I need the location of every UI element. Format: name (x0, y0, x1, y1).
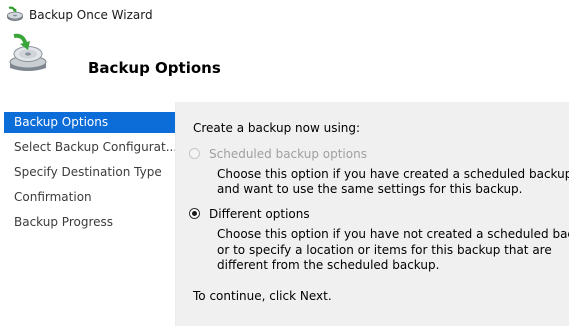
different-options-description-line: or to specify a location or items for th… (217, 243, 552, 257)
different-options-label[interactable]: Different options (209, 206, 310, 222)
wizard-header: Backup Options (0, 30, 569, 102)
sidebar-item-confirmation[interactable]: Confirmation (4, 187, 175, 208)
scheduled-backup-description-line: Choose this option if you have created a… (217, 167, 569, 181)
scheduled-backup-label: Scheduled backup options (209, 147, 367, 161)
wizard-steps-sidebar: Backup Options Select Backup Configurat.… (0, 102, 176, 326)
sidebar-item-backup-progress[interactable]: Backup Progress (4, 212, 175, 233)
window-title: Backup Once Wizard (29, 8, 153, 22)
scheduled-backup-radio (189, 148, 200, 159)
radio-selected-dot (192, 211, 197, 216)
sidebar-item-specify-destination-type[interactable]: Specify Destination Type (4, 162, 175, 183)
wizard-content: Create a backup now using: Scheduled bac… (176, 102, 569, 326)
backup-disk-icon (9, 33, 47, 71)
page-title: Backup Options (88, 59, 221, 77)
different-options-radio[interactable] (189, 208, 200, 219)
sidebar-item-select-backup-configuration[interactable]: Select Backup Configurat... (4, 137, 175, 158)
scheduled-backup-description-line: and want to use the same settings for th… (217, 182, 523, 196)
sidebar-item-backup-options[interactable]: Backup Options (4, 112, 175, 133)
different-options-description-line: different from the scheduled backup. (217, 258, 440, 272)
continue-instruction: To continue, click Next. (193, 289, 332, 303)
title-bar: Backup Once Wizard (0, 0, 569, 30)
backup-wizard-icon (7, 6, 23, 21)
intro-text: Create a backup now using: (193, 121, 361, 135)
different-options-description-line: Choose this option if you have not creat… (217, 227, 569, 241)
